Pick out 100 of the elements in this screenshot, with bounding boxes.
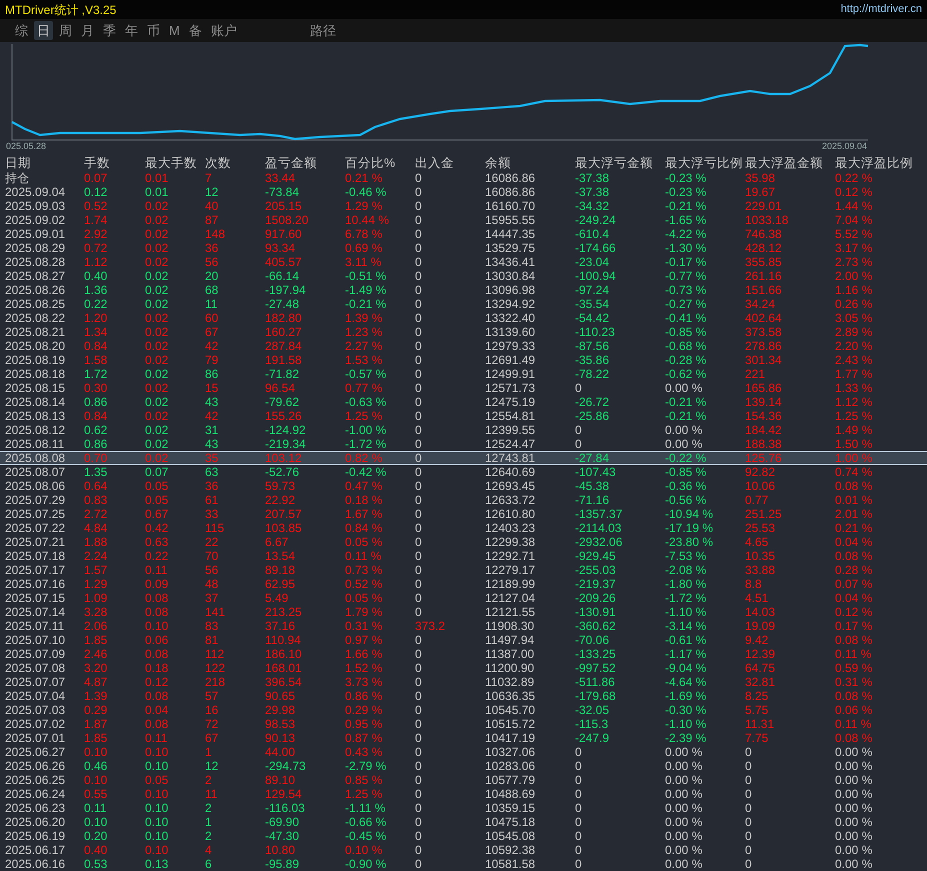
table-row[interactable]: 2025.08.19 1.58 0.02 79 191.58 1.53 % 0 12691.49 -35.86 -0.28 % 301.34 2.43 % [0,353,927,367]
table-row[interactable]: 2025.08.20 0.84 0.02 42 287.84 2.27 % 0 12979.33 -87.56 -0.68 % 278.86 2.20 % [0,339,927,353]
table-row[interactable]: 2025.09.04 0.12 0.01 12 -73.84 -0.46 % 0 16086.86 -37.38 -0.23 % 19.67 0.12 % [0,185,927,199]
table-cell-text: -2.08 % [665,563,708,577]
table-cell-text: 14.03 [745,605,776,619]
table-cell-text: -997.52 [575,661,617,675]
table-cell-text: 0 [415,535,423,549]
table-row[interactable]: 2025.07.02 1.87 0.08 72 98.53 0.95 % 0 10515.72 -115.3 -1.10 % 11.31 0.11 % [0,717,927,731]
table-cell-text: -37.38 [575,185,610,199]
table-row[interactable]: 2025.08.11 0.86 0.02 43 -219.34 -1.72 % 0 12524.47 0 0.00 % 188.38 1.50 % [0,437,927,451]
table-row[interactable]: 2025.08.12 0.62 0.02 31 -124.92 -1.00 % 0 12399.55 0 0.00 % 184.42 1.49 % [0,423,927,437]
table-row[interactable]: 2025.06.16 0.53 0.13 6 -95.89 -0.90 % 0 10581.58 0 0.00 % 0 0.00 % [0,857,927,871]
table-cell-text: 213.25 [265,605,303,619]
table-cell-text: 10545.70 [485,703,536,717]
table-row[interactable]: 2025.08.18 1.72 0.02 86 -71.82 -0.57 % 0 12499.91 -78.22 -0.62 % 221 1.77 % [0,367,927,381]
table-cell-text: 86 [205,367,220,381]
table-row[interactable]: 2025.07.25 2.72 0.67 33 207.57 1.67 % 0 12610.80 -1357.37 -10.94 % 251.25 2.01 % [0,507,927,521]
table-row[interactable]: 2025.07.01 1.85 0.11 67 90.13 0.87 % 0 10417.19 -247.9 -2.39 % 7.75 0.08 % [0,731,927,745]
table-cell-text: 0.11 [145,731,168,745]
table-row[interactable]: 2025.07.04 1.39 0.08 57 90.65 0.86 % 0 10636.35 -179.68 -1.69 % 8.25 0.08 % [0,689,927,703]
table-row[interactable]: 2025.06.27 0.10 0.10 1 44.00 0.43 % 0 10327.06 0 0.00 % 0 0.00 % [0,745,927,759]
table-row[interactable]: 2025.07.11 2.06 0.10 83 37.16 0.31 % 373.2 11908.30 -360.62 -3.14 % 19.09 0.17 % [0,619,927,633]
period-tab[interactable]: 月 [78,21,97,40]
website-link[interactable]: http://mtdriver.cn [840,1,922,18]
table-row[interactable]: 2025.08.14 0.86 0.02 43 -79.62 -0.63 % 0 12475.19 -26.72 -0.21 % 139.14 1.12 % [0,395,927,409]
table-cell-text: 0 [575,829,583,843]
period-tab[interactable]: 账户 [208,21,240,40]
period-tab[interactable]: 季 [100,21,119,40]
table-row[interactable]: 2025.07.21 1.88 0.63 22 6.67 0.05 % 0 12299.38 -2932.06 -23.80 % 4.65 0.04 % [0,535,927,549]
table-row[interactable]: 2025.06.17 0.40 0.10 4 10.80 0.10 % 0 10592.38 0 0.00 % 0 0.00 % [0,843,927,857]
table-row[interactable]: 2025.09.01 2.92 0.02 148 917.60 6.78 % 0 14447.35 -610.4 -4.22 % 746.38 5.52 % [0,227,927,241]
table-row[interactable]: 2025.08.07 1.35 0.07 63 -52.76 -0.42 % 0 12640.69 -107.43 -0.85 % 92.82 0.74 % [0,465,927,479]
route-tab[interactable]: 路径 [306,21,339,40]
table-row[interactable]: 2025.06.19 0.20 0.10 2 -47.30 -0.45 % 0 10545.08 0 0.00 % 0 0.00 % [0,829,927,843]
table-cell-text: -0.23 % [665,171,708,185]
table-cell-text: 4.65 [745,535,770,549]
period-tab[interactable]: 综 [12,21,31,40]
table-row[interactable]: 2025.08.26 1.36 0.02 68 -197.94 -1.49 % 0 13096.98 -97.24 -0.73 % 151.66 1.16 % [0,283,927,297]
table-cell-text: -255.03 [575,563,617,577]
column-header: 最大手数 [145,155,198,171]
table-row[interactable]: 2025.06.25 0.10 0.05 2 89.10 0.85 % 0 10577.79 0 0.00 % 0 0.00 % [0,773,927,787]
table-row[interactable]: 2025.09.03 0.52 0.02 40 205.15 1.29 % 0 16160.70 -34.32 -0.21 % 229.01 1.44 % [0,199,927,213]
table-cell-text: 0 [415,395,423,409]
table-cell-text: -71.16 [575,493,610,507]
table-cell-text: 0.02 [145,199,170,213]
period-tab[interactable]: 日 [34,21,53,40]
table-cell-text: 12189.99 [485,577,536,591]
table-cell-text: 0 [575,437,583,451]
table-row[interactable]: 2025.06.23 0.11 0.10 2 -116.03 -1.11 % 0 10359.15 0 0.00 % 0 0.00 % [0,801,927,815]
table-cell-text: 0 [575,843,583,857]
table-cell-text: -179.68 [575,689,617,703]
table-row[interactable]: 2025.08.25 0.22 0.02 11 -27.48 -0.21 % 0 13294.92 -35.54 -0.27 % 34.24 0.26 % [0,297,927,311]
table-row[interactable]: 2025.07.08 3.20 0.18 122 168.01 1.52 % 0 11200.90 -997.52 -9.04 % 64.75 0.59 % [0,661,927,675]
table-row[interactable]: 2025.07.15 1.09 0.08 37 5.49 0.05 % 0 12127.04 -209.26 -1.72 % 4.51 0.04 % [0,591,927,605]
period-tab[interactable]: 币 [144,21,163,40]
table-row[interactable]: 2025.07.29 0.83 0.05 61 22.92 0.18 % 0 12633.72 -71.16 -0.56 % 0.77 0.01 % [0,493,927,507]
table-row[interactable]: 2025.07.16 1.29 0.09 48 62.95 0.52 % 0 12189.99 -219.37 -1.80 % 8.8 0.07 % [0,577,927,591]
table-row[interactable]: 2025.07.17 1.57 0.11 56 89.18 0.73 % 0 12279.17 -255.03 -2.08 % 33.88 0.28 % [0,563,927,577]
table-row[interactable]: 2025.08.08 0.70 0.02 35 103.12 0.82 % 0 12743.81 -27.84 -0.22 % 125.76 1.00 % [0,451,927,465]
table-cell-text: 2025.08.08 [5,452,66,464]
table-row[interactable]: 2025.07.10 1.85 0.06 81 110.94 0.97 % 0 11497.94 -70.06 -0.61 % 9.42 0.08 % [0,633,927,647]
table-cell-text: 2025.09.03 [5,199,66,213]
table-cell-text: 0.22 [84,297,108,311]
table-cell-text: 110.94 [265,633,302,647]
table-row[interactable]: 2025.08.22 1.20 0.02 60 182.80 1.39 % 0 13322.40 -54.42 -0.41 % 402.64 3.05 % [0,311,927,325]
table-cell-text: -0.42 % [345,465,388,479]
table-cell-text: 1.52 % [345,661,384,675]
table-row[interactable]: 2025.08.15 0.30 0.02 15 96.54 0.77 % 0 12571.73 0 0.00 % 165.86 1.33 % [0,381,927,395]
table-row[interactable]: 2025.08.27 0.40 0.02 20 -66.14 -0.51 % 0 13030.84 -100.94 -0.77 % 261.16 2.00 % [0,269,927,283]
table-row[interactable]: 2025.06.24 0.55 0.10 11 129.54 1.25 % 0 10488.69 0 0.00 % 0 0.00 % [0,787,927,801]
table-row[interactable]: 2025.08.21 1.34 0.02 67 160.27 1.23 % 0 13139.60 -110.23 -0.85 % 373.58 2.89 % [0,325,927,339]
table-row[interactable]: 2025.07.14 3.28 0.08 141 213.25 1.79 % 0 12121.55 -130.91 -1.10 % 14.03 0.12 % [0,605,927,619]
table-row[interactable]: 2025.06.26 0.46 0.10 12 -294.73 -2.79 % 0 10283.06 0 0.00 % 0 0.00 % [0,759,927,773]
table-row[interactable]: 2025.09.02 1.74 0.02 87 1508.20 10.44 % 0 15955.55 -249.24 -1.65 % 1033.18 7.04 % [0,213,927,227]
table-row[interactable]: 2025.08.28 1.12 0.02 56 405.57 3.11 % 0 13436.41 -23.04 -0.17 % 355.85 2.73 % [0,255,927,269]
table-row[interactable]: 2025.07.07 4.87 0.12 218 396.54 3.73 % 0 11032.89 -511.86 -4.64 % 32.81 0.31 % [0,675,927,689]
table-row[interactable]: 2025.07.03 0.29 0.04 16 29.98 0.29 % 0 10545.70 -32.05 -0.30 % 5.75 0.06 % [0,703,927,717]
table-row[interactable]: 2025.08.06 0.64 0.05 36 59.73 0.47 % 0 12693.45 -45.38 -0.36 % 10.06 0.08 % [0,479,927,493]
table-cell-text: 1.29 [84,577,108,591]
period-tab[interactable]: 年 [122,21,141,40]
table-row[interactable]: 2025.07.18 2.24 0.22 70 13.54 0.11 % 0 12292.71 -929.45 -7.53 % 10.35 0.08 % [0,549,927,563]
table-row[interactable]: 2025.08.29 0.72 0.02 36 93.34 0.69 % 0 13529.75 -174.66 -1.30 % 428.12 3.17 % [0,241,927,255]
table-cell-text: 0 [415,759,423,773]
table-row[interactable]: 2025.07.22 4.84 0.42 115 103.85 0.84 % 0 12403.23 -2114.03 -17.19 % 25.53 0.21 % [0,521,927,535]
period-tab[interactable]: 备 [186,21,205,40]
table-cell-text: -0.61 % [665,633,708,647]
table-cell-text: -27.48 [265,297,300,311]
table-row[interactable]: 2025.07.09 2.46 0.08 112 186.10 1.66 % 0 11387.00 -133.25 -1.17 % 12.39 0.11 % [0,647,927,661]
table-row[interactable]: 持仓 0.07 0.01 7 33.44 0.21 % 0 16086.86 -37.38 -0.23 % 35.98 0.22 % [0,171,927,185]
period-tab[interactable]: 周 [56,21,75,40]
table-cell-text: 16160.70 [485,199,536,213]
table-cell-text: 11032.89 [485,675,536,689]
table-row[interactable]: 2025.08.13 0.84 0.02 42 155.26 1.25 % 0 12554.81 -25.86 -0.21 % 154.36 1.25 % [0,409,927,423]
table-cell-text: 1.57 [84,563,108,577]
table-cell-text: 261.16 [745,269,783,283]
table-cell-text: 2025.08.20 [5,339,66,353]
period-tab[interactable]: M [166,21,183,40]
table-cell-text: 2025.07.14 [5,605,66,619]
table-row[interactable]: 2025.06.20 0.10 0.10 1 -69.90 -0.66 % 0 10475.18 0 0.00 % 0 0.00 % [0,815,927,829]
table-cell-text: 0.01 [145,185,170,199]
